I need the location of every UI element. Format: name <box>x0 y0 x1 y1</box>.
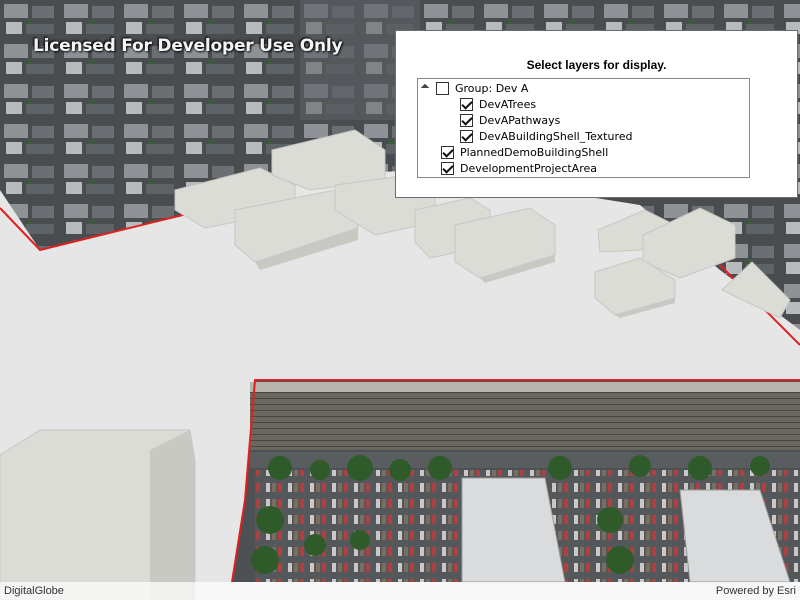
layer-checkbox[interactable] <box>460 97 473 111</box>
imagery-attribution[interactable]: DigitalGlobe <box>4 585 64 597</box>
layer-label: PlannedDemoBuildingShell <box>460 145 609 159</box>
layer-checkbox[interactable] <box>460 113 473 127</box>
tree-item-devapathways[interactable]: DevAPathways <box>460 112 560 128</box>
tree-item-planneddemobuildingshell[interactable]: PlannedDemoBuildingShell <box>441 144 608 160</box>
layer-tree-view[interactable]: Group: Dev A DevATrees DevAPathways DevA… <box>417 78 750 178</box>
panel-title: Select layers for display. <box>526 58 667 72</box>
layer-checkbox[interactable] <box>460 129 473 143</box>
layer-label: Group: Dev A <box>455 81 529 95</box>
tree-item-group-dev-a[interactable]: Group: Dev A <box>420 80 529 96</box>
layer-label: DevABuildingShell_Textured <box>479 129 633 143</box>
layer-checkbox[interactable] <box>436 81 449 95</box>
tree-item-devatrees[interactable]: DevATrees <box>460 96 536 112</box>
layer-selection-panel: Select layers for display. Group: Dev A … <box>395 30 798 198</box>
attribution-bar: DigitalGlobe Powered by Esri <box>0 582 800 600</box>
powered-by-esri[interactable]: Powered by Esri <box>716 585 796 597</box>
layer-label: DevATrees <box>479 97 537 111</box>
tree-item-developmentprojectarea[interactable]: DevelopmentProjectArea <box>441 160 597 176</box>
layer-checkbox[interactable] <box>441 145 454 159</box>
layer-label: DevelopmentProjectArea <box>460 161 598 175</box>
layer-label: DevAPathways <box>479 113 561 127</box>
developer-license-watermark: Licensed For Developer Use Only <box>33 36 343 56</box>
expand-collapse-icon[interactable] <box>420 83 430 93</box>
tree-item-devabuildingshell-textured[interactable]: DevABuildingShell_Textured <box>460 128 632 144</box>
layer-checkbox[interactable] <box>441 161 454 175</box>
